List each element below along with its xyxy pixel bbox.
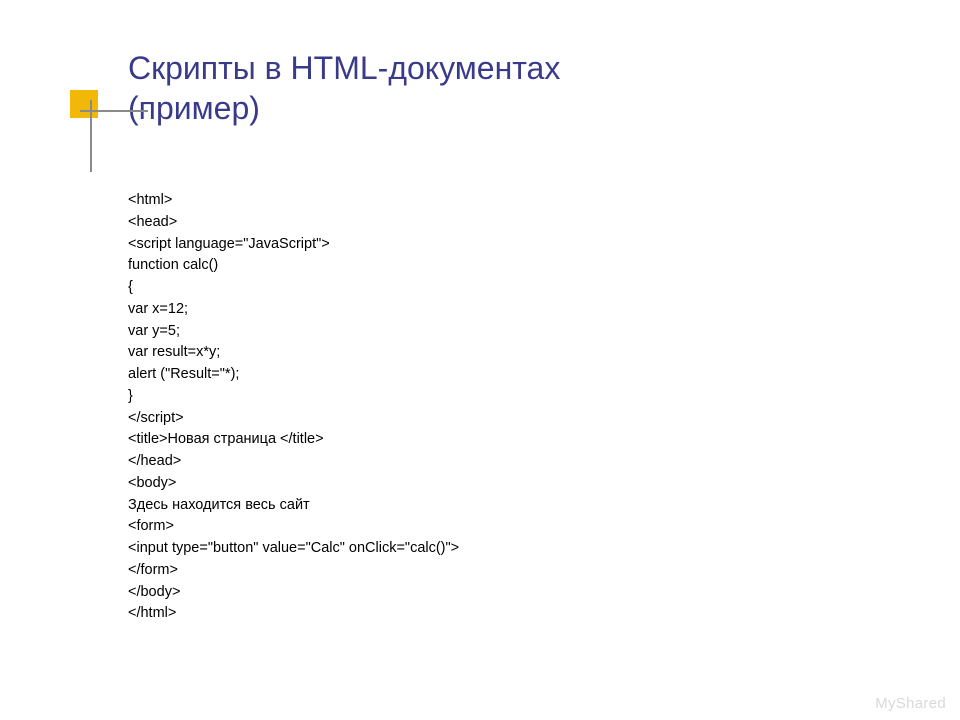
title-line-2: (пример) <box>128 90 260 126</box>
vertical-line <box>90 100 92 172</box>
yellow-square-icon <box>70 90 98 118</box>
watermark: MyShared <box>875 695 946 712</box>
code-block: <html> <head> <script language="JavaScri… <box>128 190 459 625</box>
title-line-1: Скрипты в HTML-документах <box>128 50 560 86</box>
slide: Скрипты в HTML-документах (пример) <html… <box>0 0 960 720</box>
slide-title: Скрипты в HTML-документах (пример) <box>128 48 560 128</box>
